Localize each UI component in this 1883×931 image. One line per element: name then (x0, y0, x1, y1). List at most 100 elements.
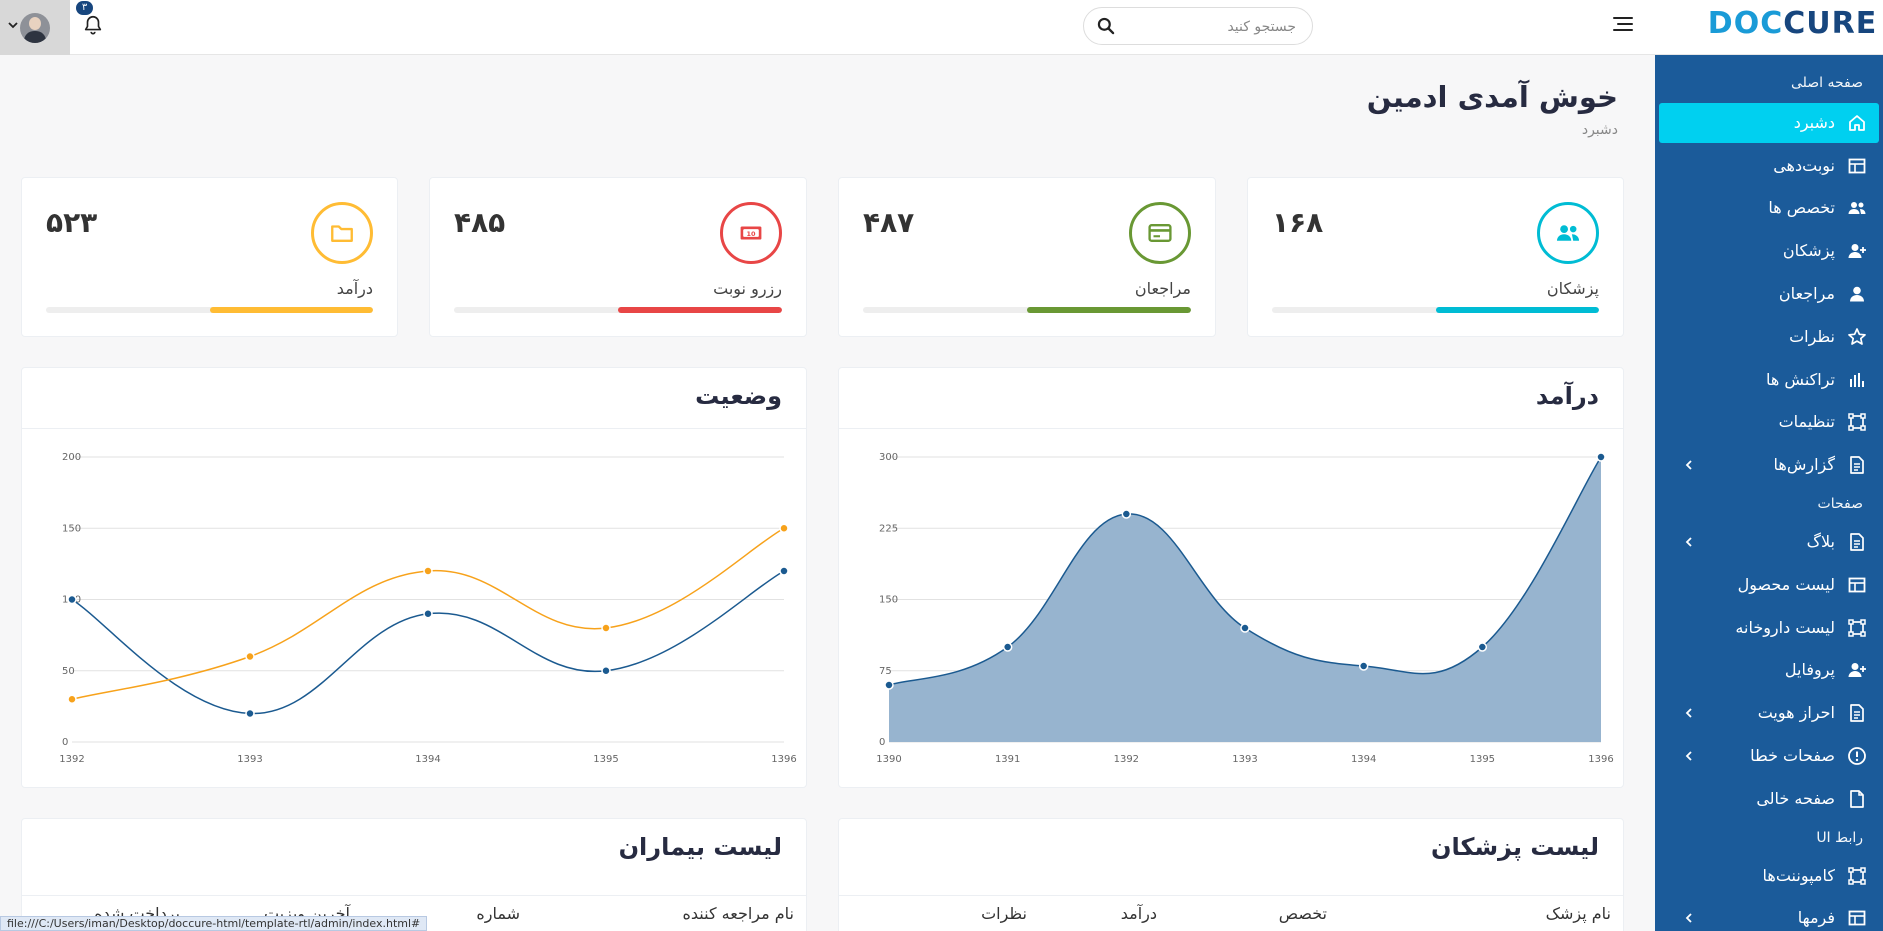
column-header: درآمد (1120, 904, 1157, 923)
chevron-left-icon (1685, 460, 1692, 470)
users-icon (1848, 202, 1866, 214)
x-tick-label: 1396 (1588, 754, 1613, 765)
data-point (1596, 452, 1606, 462)
sidebar-item-label: پزشکان (1782, 241, 1835, 260)
x-tick-label: 1396 (771, 754, 796, 765)
sidebar-item-profile[interactable]: پروفایل (1655, 650, 1883, 690)
sidebar-item-doctors[interactable]: پزشکان (1655, 231, 1883, 271)
x-tick-label: 1393 (237, 754, 262, 765)
data-point (423, 609, 433, 619)
menu-section-title: رابط UI (1816, 830, 1863, 846)
sidebar-item-settings[interactable]: تنظیمات (1655, 402, 1883, 442)
x-tick-label: 1393 (1232, 754, 1257, 765)
sidebar-item-authentication[interactable]: احراز هویت (1655, 693, 1883, 733)
page-title: خوش آمدی ادمین (1366, 80, 1618, 114)
sidebar-item-label: لیست محصول (1737, 575, 1835, 594)
notification-badge: ۳ (76, 1, 93, 15)
chevron-left-icon (1685, 913, 1692, 923)
stat-card-doctors: ۱۶۸ پزشکان (1247, 177, 1624, 337)
sidebar-item-reviews[interactable]: نظرات (1655, 317, 1883, 357)
stat-value: ۱۶۸ (1272, 206, 1324, 239)
x-tick-label: 1390 (876, 754, 901, 765)
card-title: وضعیت (695, 382, 782, 410)
sidebar-item-label: مراجعان (1778, 284, 1835, 303)
status-line-chart: 05010015020013921393139413951396 (59, 452, 796, 765)
search-icon[interactable] (1096, 16, 1116, 36)
x-tick-label: 1394 (415, 754, 440, 765)
sidebar-item-blank-page[interactable]: صفحه خالی (1655, 779, 1883, 819)
sidebar-item-forms[interactable]: فرمها (1655, 898, 1883, 931)
sidebar-item-product-list[interactable]: لیست محصول (1655, 565, 1883, 605)
sidebar-item-blog[interactable]: بلاگ (1655, 522, 1883, 562)
status-chart-card: وضعیت 05010015020013921393139413951396 (21, 367, 807, 788)
y-tick-label: 50 (62, 666, 75, 677)
card-header: درآمد (839, 368, 1623, 429)
sidebar-item-error-pages[interactable]: صفحات خطا (1655, 736, 1883, 776)
data-point (779, 566, 789, 576)
data-point (1002, 642, 1013, 652)
sidebar-item-transactions[interactable]: تراکنش ها (1655, 360, 1883, 400)
sidebar-item-label: فرمها (1797, 908, 1835, 927)
stat-card-appointments: 10 ۴۸۵ رزرو نوبت (429, 177, 807, 337)
sidebar-item-label: صفحه خالی (1756, 789, 1835, 808)
frame-icon (1848, 413, 1866, 431)
stat-label: پزشکان (1546, 279, 1599, 298)
frame-icon (1848, 619, 1866, 637)
chevron-left-icon (1685, 708, 1692, 718)
browser-status-url: file:///C:/Users/iman/Desktop/doccure-ht… (0, 916, 428, 931)
sidebar-item-reports[interactable]: گزارش‌ها (1655, 445, 1883, 485)
sidebar-item-label: دشبرد (1793, 113, 1835, 132)
data-point (1240, 623, 1250, 633)
home-icon (1849, 115, 1865, 131)
revenue-area-chart: 0 75 150 225 300 1390 1391 1392 1393 1394 1395 1396 (876, 452, 1613, 765)
sidebar-item-label: تراکنش ها (1766, 370, 1835, 389)
stat-value: ۵۲۳ (46, 206, 98, 239)
y-tick-label: 150 (62, 523, 81, 534)
y-tick-label: 300 (879, 452, 898, 463)
stat-progress-bar (1272, 307, 1599, 313)
x-tick-label: 1394 (1351, 754, 1376, 765)
avatar[interactable] (20, 12, 50, 43)
data-point (1358, 661, 1369, 671)
y-tick-label: 0 (62, 737, 68, 748)
search-box (1083, 7, 1313, 45)
data-point (1477, 642, 1488, 652)
sidebar-item-appointments[interactable]: نوبت‌دهی (1655, 146, 1883, 186)
stat-icon-circle (1537, 202, 1599, 264)
data-point (884, 680, 894, 690)
revenue-chart-card: درآمد 0 75 150 225 300 1390 1391 1392 1393 1394 13… (838, 367, 1624, 788)
sidebar-item-patients[interactable]: مراجعان (1655, 274, 1883, 314)
search-input[interactable] (1126, 16, 1296, 38)
column-header: شماره (476, 904, 520, 923)
sidebar-item-components[interactable]: کامپوننت‌ها (1655, 856, 1883, 896)
sidebar-item-pharmacy-list[interactable]: لیست داروخانه (1655, 608, 1883, 648)
svg-text:10: 10 (746, 230, 756, 238)
alert-icon (1848, 747, 1866, 765)
x-tick-label: 1392 (59, 754, 84, 765)
bell-icon[interactable] (82, 14, 104, 36)
x-tick-label: 1395 (593, 754, 618, 765)
card-title: لیست پزشکان (1431, 833, 1599, 861)
logo[interactable]: DOC CURE (1708, 0, 1876, 46)
chevron-left-icon (1685, 751, 1692, 761)
sidebar-item-dashboard[interactable]: دشبرد (1659, 103, 1879, 143)
sidebar-item-specialties[interactable]: تخصص ها (1655, 188, 1883, 228)
x-tick-label: 1392 (1114, 754, 1139, 765)
stat-card-patients: ۴۸۷ مراجعان (838, 177, 1216, 337)
sidebar-item-label: لیست داروخانه (1735, 618, 1835, 637)
stat-label: درآمد (336, 279, 373, 298)
breadcrumb[interactable]: دشبرد (1582, 122, 1618, 138)
x-tick-label: 1391 (995, 754, 1020, 765)
column-header: نظرات (981, 904, 1027, 923)
document-icon (1850, 704, 1864, 722)
stat-icon-circle (1129, 202, 1191, 264)
bar-chart-icon (1850, 373, 1864, 387)
chevron-down-icon[interactable] (6, 18, 20, 32)
data-point (423, 566, 433, 576)
logo-text-doc: DOC (1707, 5, 1784, 41)
credit-card-icon (1148, 224, 1172, 242)
data-point (601, 623, 611, 633)
sidebar: صفحه اصلی دشبرد نوبت‌دهی تخصص ها پزشکان … (1655, 55, 1883, 931)
stat-progress-bar (454, 307, 782, 313)
menu-toggle-icon[interactable] (1609, 13, 1633, 37)
